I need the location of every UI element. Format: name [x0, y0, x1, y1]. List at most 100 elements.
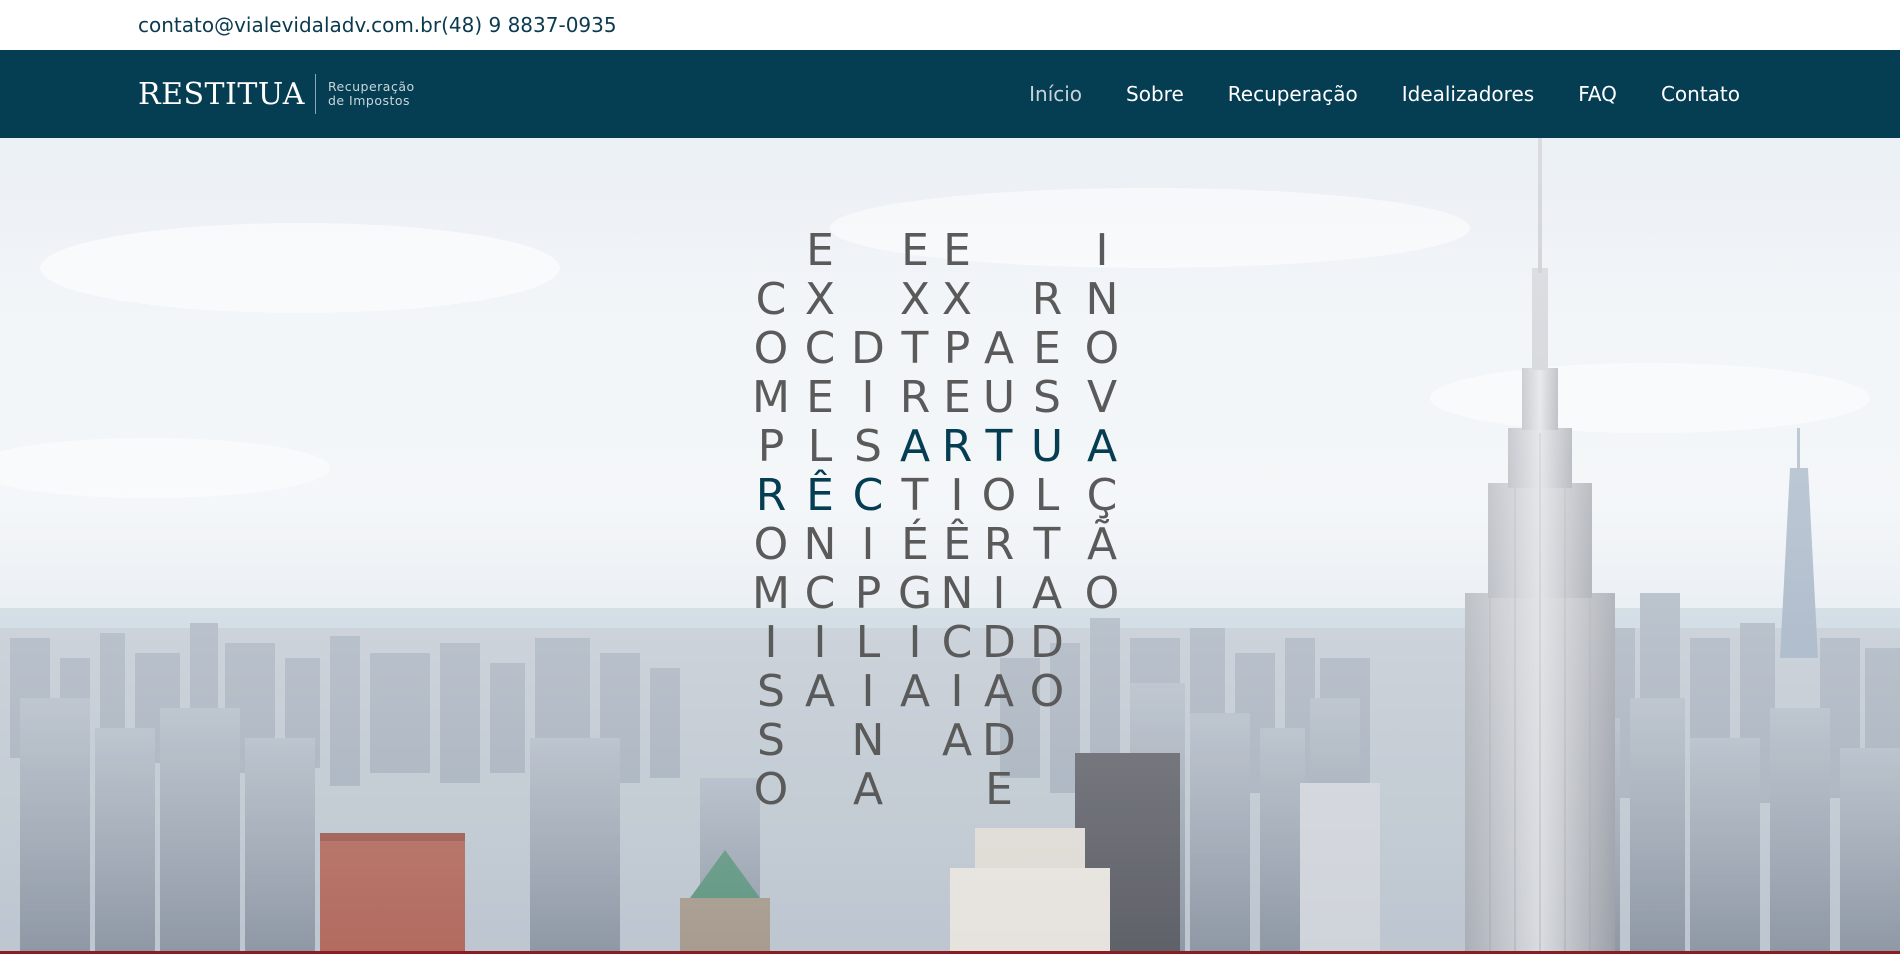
word-letter: I: [1095, 225, 1109, 276]
word-letter: N: [803, 519, 837, 570]
highlight-letter: C: [852, 470, 884, 521]
highlight-letter: A: [1086, 421, 1118, 472]
word-letter: A: [983, 666, 1015, 717]
word-letter: I: [861, 519, 875, 570]
nav-item-sobre[interactable]: Sobre: [1126, 82, 1184, 106]
word-letter: D: [851, 323, 885, 374]
word-letter: G: [897, 568, 933, 619]
word-letter: I: [764, 617, 778, 668]
word-letter: C: [755, 274, 787, 325]
word-letter: E: [806, 372, 834, 423]
highlight-letter: A: [899, 421, 931, 472]
word-letter: N: [851, 715, 885, 766]
nav-item-recuperacao[interactable]: Recuperação: [1228, 82, 1358, 106]
brand-logo[interactable]: RESTITUA Recuperação de Impostos: [138, 72, 415, 116]
word-letter: L: [1034, 470, 1060, 521]
word-letter: I: [861, 372, 875, 423]
word-letter: E: [1033, 323, 1061, 374]
word-letter: L: [807, 421, 833, 472]
word-letter: I: [813, 617, 827, 668]
word-letter: E: [985, 764, 1013, 815]
word-letter: A: [1031, 568, 1063, 619]
word-column-disciplina: DISCIPLINA: [846, 324, 890, 814]
nav-item-idealizadores[interactable]: Idealizadores: [1402, 82, 1534, 106]
word-letter: P: [757, 421, 785, 472]
word-letter: V: [1086, 372, 1118, 423]
nav-item-faq[interactable]: FAQ: [1578, 82, 1617, 106]
word-letter: S: [757, 666, 785, 717]
word-letter: C: [804, 568, 836, 619]
highlight-letter: Ê: [806, 470, 834, 521]
word-letter: O: [1084, 323, 1120, 374]
primary-navigation: Início Sobre Recuperação Idealizadores F…: [1029, 50, 1740, 138]
word-letter: O: [981, 470, 1017, 521]
word-letter: T: [901, 470, 929, 521]
word-letter: X: [804, 274, 836, 325]
word-letter: X: [899, 274, 931, 325]
word-letter: E: [943, 372, 971, 423]
word-letter: S: [854, 421, 882, 472]
word-letter: C: [804, 323, 836, 374]
word-letter: I: [992, 568, 1006, 619]
word-column-compromisso: COMPROMISSO: [749, 275, 793, 814]
word-letter: O: [1029, 666, 1065, 717]
contact-email-link[interactable]: contato@vialevidaladv.com.br: [138, 13, 441, 37]
word-letter: C: [941, 617, 973, 668]
brand-tagline-line-1: Recuperação: [327, 79, 415, 94]
word-letter: S: [1033, 372, 1061, 423]
word-letter: Ê: [943, 519, 971, 570]
word-letter: R: [983, 519, 1015, 570]
highlight-letter: U: [1030, 421, 1064, 472]
nav-item-contato[interactable]: Contato: [1661, 82, 1740, 106]
word-letter: O: [753, 764, 789, 815]
word-letter: E: [806, 225, 834, 276]
word-letter: A: [899, 666, 931, 717]
word-letter: I: [908, 617, 922, 668]
word-letter: X: [941, 274, 973, 325]
word-column-extrategia: EXTRATÉGIA: [893, 226, 937, 716]
word-letter: P: [854, 568, 882, 619]
word-letter: U: [982, 372, 1016, 423]
word-letter: T: [901, 323, 929, 374]
word-letter: R: [1031, 274, 1063, 325]
highlight-letter: R: [941, 421, 973, 472]
word-letter: D: [1030, 617, 1064, 668]
word-column-excelencia: EXCELÊNCIA: [798, 226, 842, 716]
word-letter: L: [855, 617, 881, 668]
word-letter: E: [943, 225, 971, 276]
word-letter: A: [941, 715, 973, 766]
word-letter: I: [861, 666, 875, 717]
word-letter: O: [753, 519, 789, 570]
hero-banner: COMPROMISSO EXCELÊNCIA DISCIPLINA EXTRAT…: [0, 138, 1900, 954]
brand-tagline-line-2: de Impostos: [327, 93, 411, 108]
word-letter: A: [804, 666, 836, 717]
word-letter: P: [943, 323, 971, 374]
word-letter: I: [950, 470, 964, 521]
word-column-inovacao: INOVAÇÃO: [1080, 226, 1124, 618]
word-letter: N: [1085, 274, 1119, 325]
top-contact-bar: contato@vialevidaladv.com.br(48) 9 8837-…: [0, 0, 1900, 50]
logo-divider: [314, 74, 316, 114]
word-letter: D: [982, 617, 1016, 668]
nav-item-inicio[interactable]: Início: [1029, 82, 1082, 106]
page: contato@vialevidaladv.com.br(48) 9 8837-…: [0, 0, 1900, 954]
word-column-experiencia: EXPERIÊNCIA: [935, 226, 979, 765]
word-letter: Ç: [1086, 470, 1118, 521]
word-letter: E: [901, 225, 929, 276]
word-letter: O: [753, 323, 789, 374]
word-letter: M: [752, 372, 790, 423]
word-letter: R: [899, 372, 931, 423]
word-letter: A: [852, 764, 884, 815]
highlight-letter: T: [985, 421, 1013, 472]
contact-phone-link[interactable]: (48) 9 8837-0935: [441, 13, 617, 37]
word-letter: D: [982, 715, 1016, 766]
word-column-autoridade: AUTORIDADE: [977, 324, 1021, 814]
word-letter: A: [983, 323, 1015, 374]
word-letter: É: [901, 519, 929, 570]
main-navbar: RESTITUA Recuperação de Impostos Início …: [0, 50, 1900, 138]
word-letter: Ã: [1086, 519, 1118, 570]
brand-name: RESTITUA: [138, 76, 305, 112]
brand-tagline: Recuperação de Impostos: [328, 80, 415, 108]
word-column-resultado: RESULTADO: [1025, 275, 1069, 716]
word-letter: O: [1084, 568, 1120, 619]
